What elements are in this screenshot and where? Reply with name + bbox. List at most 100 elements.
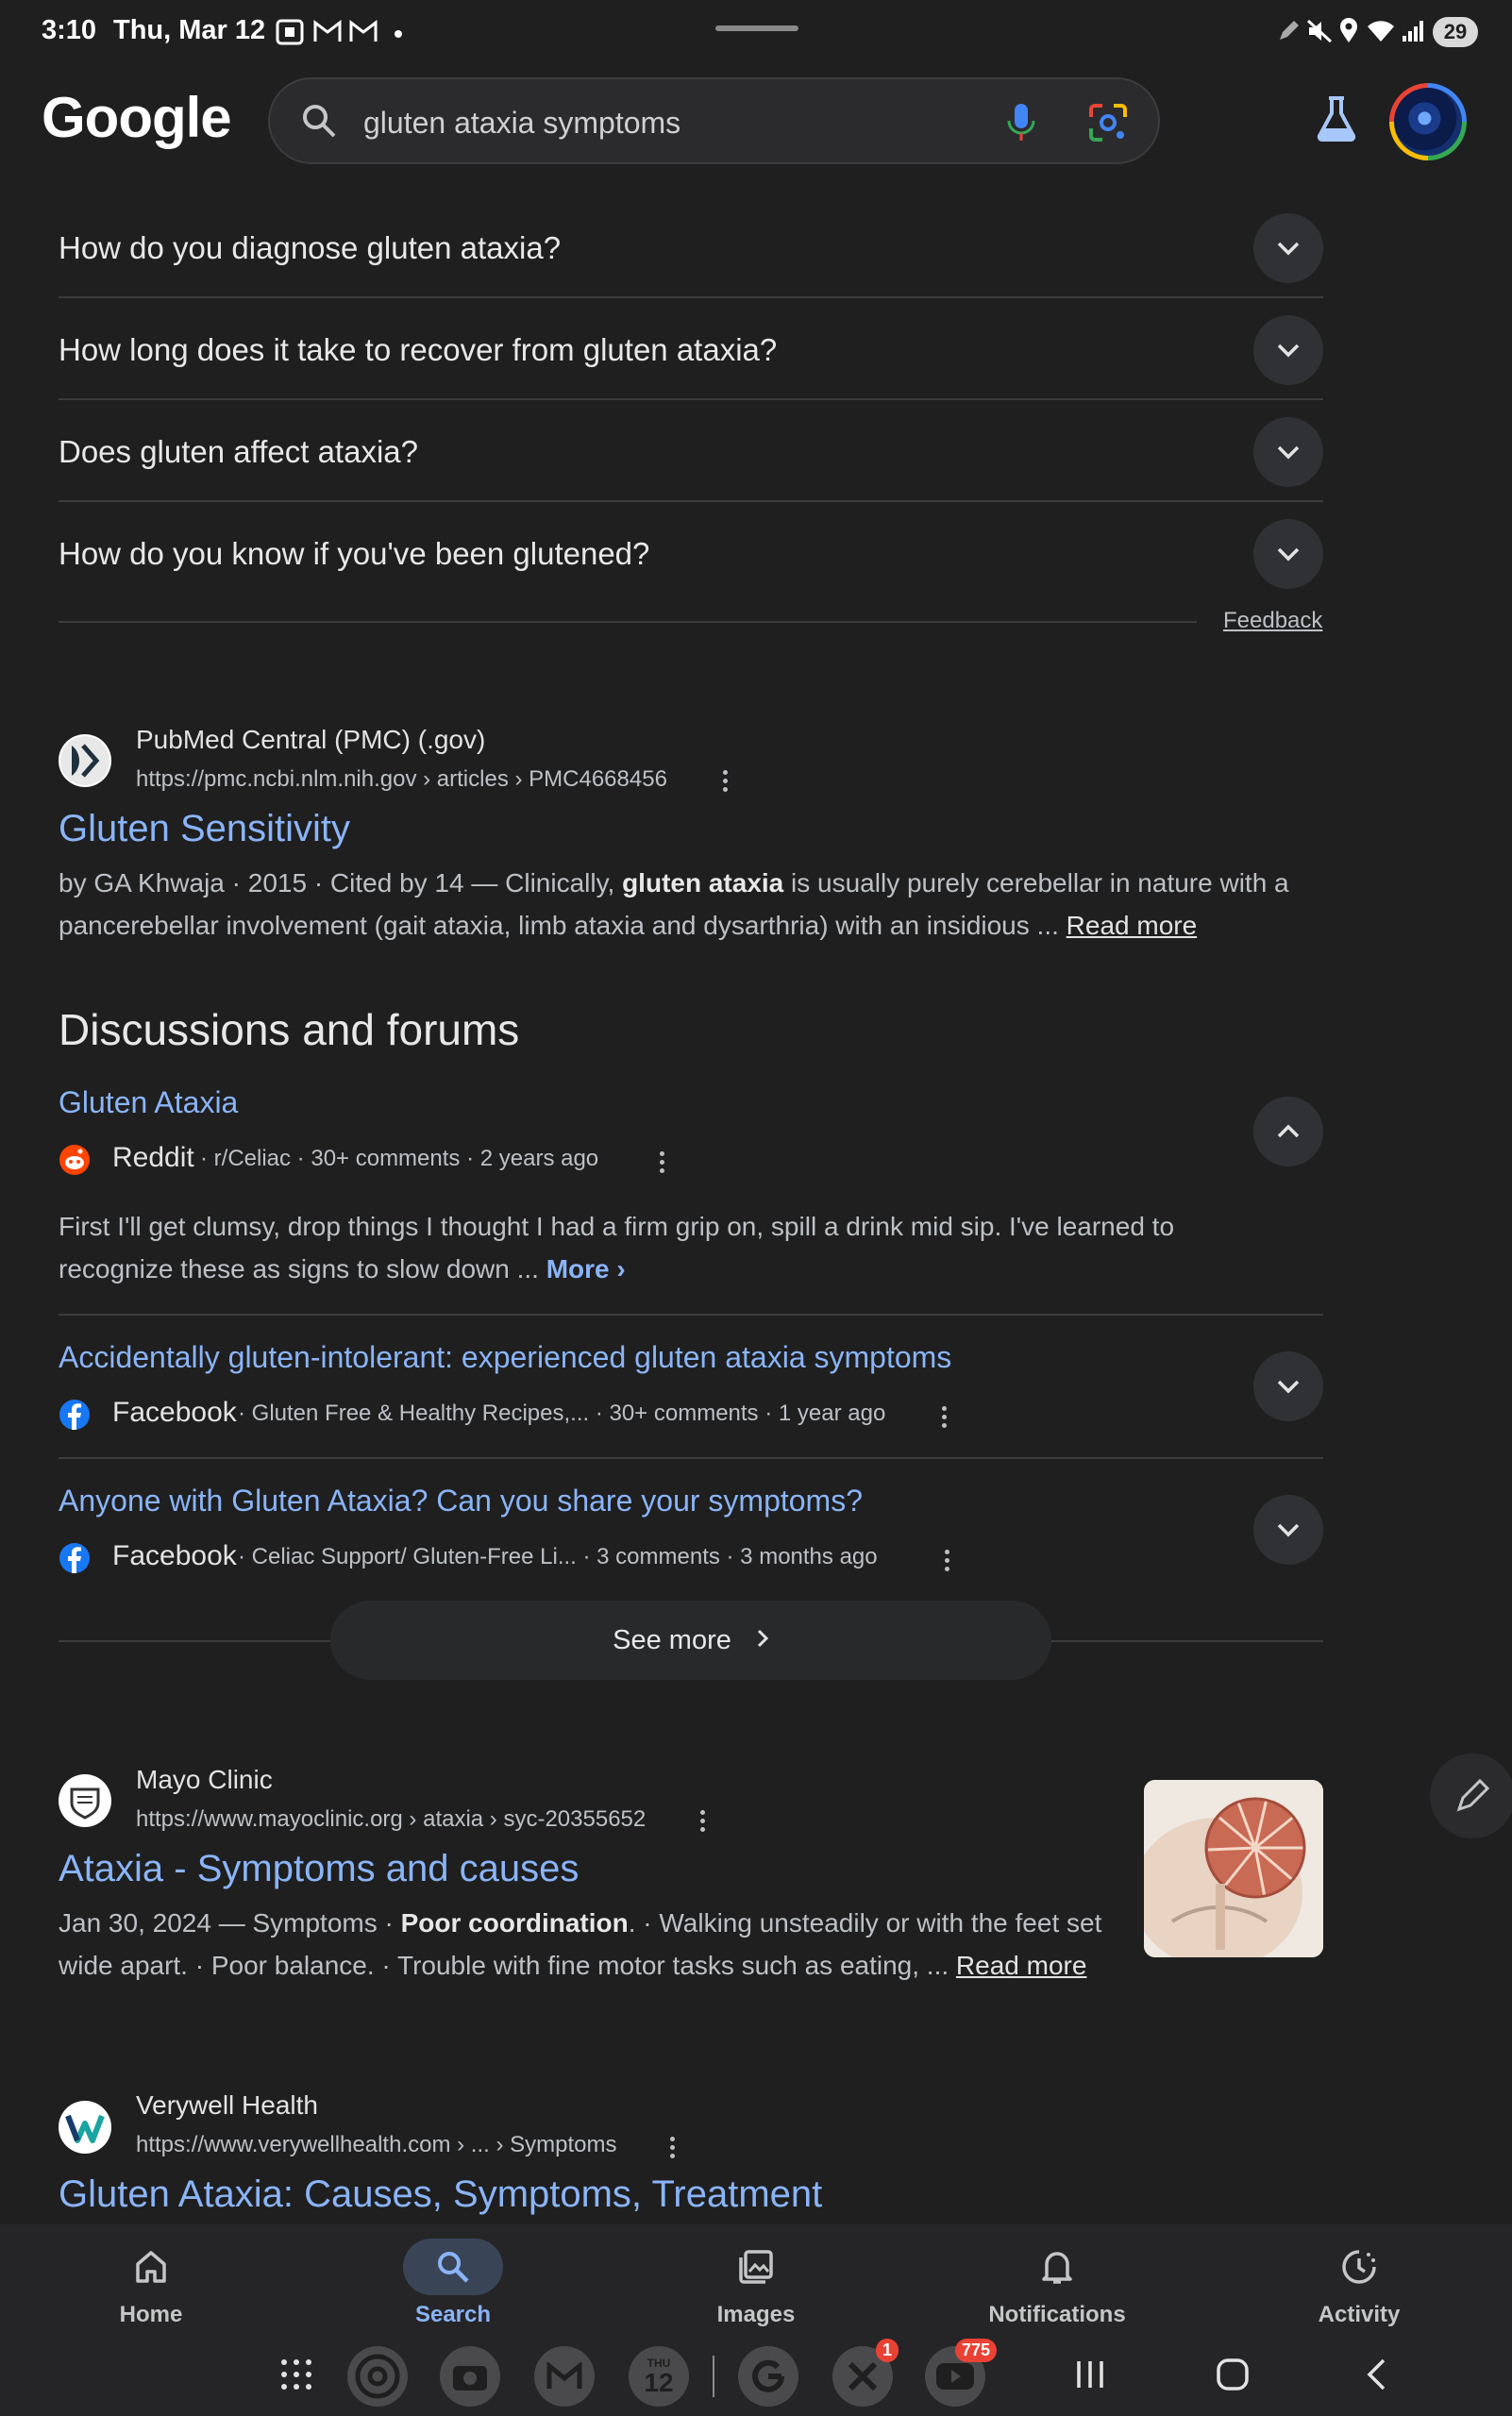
verywell-favicon — [59, 2101, 111, 2154]
notification-dot — [395, 30, 402, 38]
chevron-up-icon[interactable] — [1253, 1097, 1323, 1166]
back-icon[interactable] — [1365, 2357, 1387, 2396]
account-avatar[interactable] — [1389, 83, 1467, 160]
chevron-down-icon[interactable] — [1253, 519, 1323, 589]
gmail-status-icon-2 — [349, 19, 378, 50]
more-options-icon[interactable] — [700, 1806, 708, 1836]
nav-search[interactable]: Search — [359, 2224, 547, 2328]
discussion-title[interactable]: Gluten Ataxia — [59, 1085, 238, 1120]
calendar-icon[interactable]: THU 12 — [629, 2346, 689, 2407]
result-title[interactable]: Ataxia - Symptoms and causes — [59, 1848, 579, 1890]
nav-notifications[interactable]: Notifications — [963, 2224, 1151, 2328]
discussion-source: Facebook — [112, 1397, 237, 1428]
location-icon — [1338, 17, 1359, 50]
mic-icon[interactable] — [1004, 102, 1038, 148]
more-options-icon[interactable] — [660, 1148, 667, 1177]
app-drawer-icon[interactable] — [279, 2357, 313, 2396]
result-site-name: PubMed Central (PMC) (.gov) — [136, 725, 486, 754]
paa-question: How long does it take to recover from gl… — [59, 332, 778, 367]
result-snippet: Jan 30, 2024 — Symptoms · Poor coordinat… — [59, 1908, 1102, 1980]
divider — [59, 621, 1197, 623]
feedback-link[interactable]: Feedback — [1223, 608, 1322, 634]
notification-badge: 775 — [955, 2339, 998, 2362]
chevron-down-icon[interactable] — [1253, 213, 1323, 283]
lens-icon[interactable] — [1087, 102, 1129, 148]
status-time: 3:10 — [42, 15, 97, 45]
result-site-name: Verywell Health — [136, 2090, 318, 2120]
result-url[interactable]: https://pmc.ncbi.nlm.nih.gov › articles … — [136, 766, 667, 793]
discussion-meta: · Celiac Support/ Gluten-Free Li... · 3 … — [238, 1544, 878, 1569]
nav-label: Search — [414, 2302, 492, 2327]
camera-icon[interactable] — [440, 2346, 500, 2407]
facebook-icon — [59, 1399, 91, 1435]
more-options-icon[interactable] — [723, 766, 731, 796]
nav-label: Notifications — [988, 2302, 1126, 2327]
paa-item[interactable]: Does gluten affect ataxia? — [59, 400, 1323, 502]
discussion-meta: · Gluten Free & Healthy Recipes,... · 30… — [238, 1401, 886, 1426]
chrome-icon[interactable] — [347, 2346, 408, 2407]
discussion-title[interactable]: Anyone with Gluten Ataxia? Can you share… — [59, 1484, 863, 1518]
reddit-icon — [59, 1144, 91, 1181]
chevron-down-icon[interactable] — [1253, 1495, 1323, 1565]
bottom-navigation: Home Search Images Notifications Activit… — [0, 2224, 1512, 2338]
chevron-down-icon[interactable] — [1253, 1351, 1323, 1421]
paa-item[interactable]: How do you diagnose gluten ataxia? — [59, 196, 1323, 298]
more-options-icon[interactable] — [945, 1546, 952, 1575]
divider — [59, 1314, 1323, 1316]
nav-home[interactable]: Home — [57, 2224, 245, 2328]
discussion-source: Facebook — [112, 1540, 237, 1571]
more-link[interactable]: More › — [546, 1254, 626, 1284]
activity-icon — [1265, 2238, 1453, 2296]
chevron-right-icon — [756, 1625, 769, 1656]
calendar-date: 12 — [644, 2368, 674, 2397]
edit-icon[interactable] — [1430, 1753, 1512, 1838]
divider — [59, 1457, 1323, 1459]
paa-question: Does gluten affect ataxia? — [59, 434, 418, 469]
drag-handle[interactable] — [715, 25, 798, 31]
nav-images[interactable]: Images — [662, 2224, 850, 2328]
paa-item[interactable]: How do you know if you've been glutened? — [59, 502, 1323, 604]
result-thumbnail[interactable] — [1144, 1780, 1323, 1957]
chevron-down-icon[interactable] — [1253, 417, 1323, 487]
home-icon — [57, 2238, 245, 2296]
read-more-link[interactable]: Read more — [1067, 911, 1198, 940]
result-site-name: Mayo Clinic — [136, 1765, 273, 1794]
home-button-icon[interactable] — [1216, 2357, 1250, 2396]
battery-indicator: 29 — [1433, 17, 1478, 47]
images-icon — [662, 2238, 850, 2296]
labs-icon[interactable] — [1312, 94, 1361, 148]
result-url[interactable]: https://www.verywellhealth.com › ... › S… — [136, 2132, 616, 2158]
more-options-icon[interactable] — [942, 1402, 949, 1432]
search-input[interactable]: gluten ataxia symptoms — [363, 106, 680, 141]
result-url[interactable]: https://www.mayoclinic.org › ataxia › sy… — [136, 1806, 646, 1833]
facebook-icon — [59, 1542, 91, 1579]
paa-item[interactable]: How long does it take to recover from gl… — [59, 298, 1323, 400]
see-more-label: See more — [613, 1624, 731, 1655]
status-date: Thu, Mar 12 — [113, 15, 266, 45]
result-title[interactable]: Gluten Sensitivity — [59, 808, 350, 850]
see-more-button[interactable]: See more — [330, 1601, 1051, 1680]
discussion-excerpt: First I'll get clumsy, drop things I tho… — [59, 1212, 1175, 1284]
gmail-icon[interactable] — [534, 2346, 595, 2407]
nav-activity[interactable]: Activity — [1265, 2224, 1453, 2328]
chevron-down-icon[interactable] — [1253, 315, 1323, 385]
mute-icon — [1306, 19, 1333, 50]
nav-label: Images — [716, 2302, 796, 2327]
recent-apps-icon[interactable] — [1074, 2359, 1106, 2394]
discussion-title[interactable]: Accidentally gluten-intolerant: experien… — [59, 1340, 951, 1375]
pen-icon — [1276, 19, 1301, 50]
google-logo[interactable]: Google — [42, 85, 232, 150]
nav-label: Activity — [1318, 2302, 1401, 2327]
pmc-favicon — [59, 734, 111, 787]
more-options-icon[interactable] — [670, 2133, 678, 2162]
google-app-icon[interactable] — [738, 2346, 798, 2407]
result-title[interactable]: Gluten Ataxia: Causes, Symptoms, Treatme… — [59, 2173, 822, 2216]
read-more-link[interactable]: Read more — [956, 1951, 1087, 1980]
paa-question: How do you diagnose gluten ataxia? — [59, 230, 562, 265]
paa-question: How do you know if you've been glutened? — [59, 536, 650, 571]
nav-label: Home — [119, 2302, 183, 2327]
section-heading: Discussions and forums — [59, 1005, 520, 1054]
dock-divider — [713, 2356, 714, 2397]
bell-icon — [963, 2238, 1151, 2296]
mayo-favicon — [59, 1774, 111, 1827]
